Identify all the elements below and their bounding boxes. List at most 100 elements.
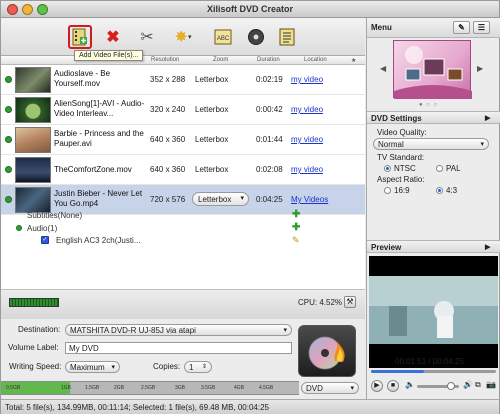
properties-button[interactable] (275, 25, 299, 49)
chevron-down-icon: ▾ (283, 327, 287, 334)
volume-label-input[interactable]: My DVD (65, 342, 292, 354)
audio-expand-icon[interactable] (16, 225, 22, 231)
file-location-link[interactable]: my video (291, 105, 323, 114)
file-location-link[interactable]: my video (291, 135, 323, 144)
writing-speed-select[interactable]: Maximum ▾ (65, 361, 120, 373)
fullscreen-icon[interactable]: ⧉ (475, 380, 481, 390)
file-list: Audioslave - Be Yourself.mov 352 x 288 L… (1, 65, 365, 289)
subtitles-row[interactable]: Subtitles(None) (27, 211, 82, 220)
effect-button[interactable]: ✸ ▾ (167, 25, 199, 49)
pal-radio[interactable] (436, 165, 443, 172)
main-toolbar: ✖ ✂ ✸ ▾ ABC (1, 18, 365, 56)
preview-title: Preview (371, 243, 402, 252)
menu-panel-title: Menu (371, 23, 392, 32)
destination-select[interactable]: MATSHITA DVD-R UJ-85J via atapi ▾ (65, 324, 292, 336)
menu-template-image (394, 46, 472, 99)
menu-list-icon[interactable]: ☰ (473, 21, 490, 34)
menu-template-preview[interactable] (393, 40, 472, 99)
column-star[interactable]: ★ (351, 57, 356, 64)
capacity-tick: 3.5GB (201, 385, 216, 391)
menu-dots: ● ○ ○ (419, 102, 439, 108)
preview-seek-track[interactable] (371, 370, 496, 373)
destination-value: MATSHITA DVD-R UJ-85J via atapi (70, 326, 196, 335)
file-resolution: 320 x 240 (150, 105, 186, 114)
menu-prev-icon[interactable]: ◀ (380, 64, 386, 73)
burn-button[interactable] (298, 325, 356, 377)
audio-row[interactable]: Audio(1) (27, 224, 57, 233)
file-zoom: Letterbox (195, 165, 229, 174)
subtitle-button[interactable]: ABC (211, 25, 235, 49)
video-quality-select[interactable]: Normal ▾ (373, 138, 489, 150)
status-dot-icon (5, 136, 12, 143)
ratio-4-3-label: 4:3 (446, 186, 458, 195)
edit-pencil-icon[interactable]: ✎ (292, 235, 300, 246)
edit-menu-icon[interactable]: ✎ (453, 21, 470, 34)
add-subtitle-icon[interactable]: ✚ (292, 209, 300, 220)
file-location-link[interactable]: my video (291, 165, 323, 174)
chevron-down-icon: ▾ (240, 195, 244, 202)
preview-frame-image (369, 276, 498, 344)
preview-video[interactable] (369, 256, 498, 368)
table-row[interactable]: Barbie - Princess and the Pauper.avi 640… (1, 125, 365, 155)
speaker-icon: 🔊 (463, 380, 473, 389)
window-title: Xilisoft DVD Creator (206, 4, 293, 14)
column-resolution[interactable]: Resolution (151, 57, 179, 63)
audio-track-label: English AC3 2ch(Justi... (56, 236, 141, 245)
table-row[interactable]: AlienSong[1]-AVI - Audio-Video Interleav… (1, 95, 365, 125)
menu-next-icon[interactable]: ▶ (477, 64, 483, 73)
volume-slider-knob[interactable] (447, 382, 455, 390)
video-thumbnail (15, 127, 51, 153)
status-dot-icon (5, 196, 12, 203)
column-location[interactable]: Location (304, 57, 327, 63)
table-row[interactable]: Audioslave - Be Yourself.mov 352 x 288 L… (1, 65, 365, 95)
ratio-16-9-radio[interactable] (384, 187, 391, 194)
volume-slider[interactable] (417, 382, 459, 390)
zoom-select[interactable]: Letterbox ▾ (192, 192, 249, 206)
add-video-button[interactable] (68, 25, 92, 49)
capacity-tick: 1GB (61, 385, 72, 391)
disc-format-select[interactable]: DVD ▾ (301, 382, 359, 394)
settings-wrench-icon[interactable]: ⚒ (344, 296, 356, 308)
disc-button[interactable] (244, 25, 268, 49)
disc-icon (248, 29, 264, 45)
stepper-arrows-icon: ⇕ (201, 364, 207, 370)
file-resolution: 640 x 360 (150, 135, 186, 144)
writing-speed-value: Maximum (70, 363, 105, 372)
file-location-link[interactable]: my video (291, 75, 323, 84)
app-window: Xilisoft DVD Creator ✖ ✂ ✸ ▾ ABC Add Vide… (0, 0, 500, 414)
file-name: Barbie - Princess and the Pauper.avi (54, 129, 144, 148)
file-name: Audioslave - Be Yourself.mov (54, 69, 111, 88)
remove-button[interactable]: ✖ (101, 25, 125, 49)
file-zoom: Letterbox (195, 105, 229, 114)
tv-standard-label: TV Standard: (377, 153, 425, 162)
play-button[interactable]: ▶ (371, 380, 383, 392)
clip-button[interactable]: ✂ (135, 25, 159, 49)
table-row[interactable]: TheComfortZone.mov 640 x 360 Letterbox 0… (1, 155, 365, 185)
video-thumbnail (15, 187, 51, 213)
column-duration[interactable]: Duration (257, 57, 280, 63)
video-quality-label: Video Quality: (377, 128, 427, 137)
file-location-link[interactable]: My Videos (291, 195, 328, 204)
audio-level-meter (9, 298, 59, 307)
stop-button[interactable]: ■ (387, 380, 399, 392)
ntsc-radio[interactable] (384, 165, 391, 172)
file-resolution: 720 x 576 (150, 195, 186, 204)
snapshot-icon[interactable]: 📷 (486, 380, 496, 389)
status-dot-icon (5, 76, 12, 83)
add-audio-icon[interactable]: ✚ (292, 222, 300, 233)
ratio-4-3-radio[interactable] (436, 187, 443, 194)
file-zoom: Letterbox (195, 135, 229, 144)
column-zoom[interactable]: Zoom (213, 57, 228, 63)
copies-stepper[interactable]: 1 ⇕ (184, 361, 212, 373)
title-bar: Xilisoft DVD Creator (1, 1, 499, 18)
expand-arrow-icon[interactable]: ▶ (485, 114, 490, 122)
expand-arrow-icon[interactable]: ▶ (485, 243, 490, 251)
destination-label: Destination: (18, 325, 61, 334)
file-resolution: 352 x 288 (150, 75, 186, 84)
aspect-ratio-label: Aspect Ratio: (377, 175, 425, 184)
menu-panel-header: Menu ✎ ☰ (367, 18, 500, 38)
disc-format-value: DVD (306, 384, 323, 393)
status-dot-icon (5, 106, 12, 113)
video-quality-value: Normal (378, 140, 404, 149)
audio-track-checkbox[interactable]: ✓ (41, 236, 49, 244)
